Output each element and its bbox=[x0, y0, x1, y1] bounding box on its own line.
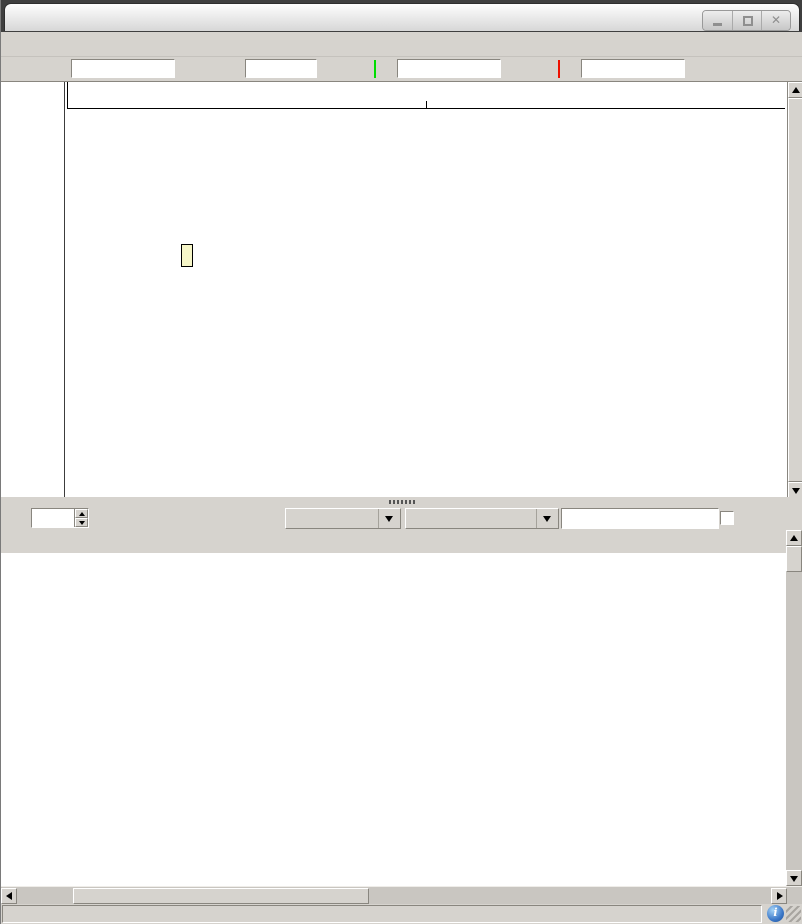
infobar bbox=[1, 57, 802, 81]
arrow-right-icon bbox=[777, 892, 783, 900]
menubar bbox=[1, 32, 802, 57]
titlebar-panel: ✕ bbox=[4, 3, 800, 31]
kernelshark-window: ✕ bbox=[0, 0, 802, 924]
resize-grip-icon[interactable] bbox=[786, 906, 801, 922]
cursor-value bbox=[245, 59, 317, 78]
timeline-plot[interactable] bbox=[65, 82, 786, 498]
combo-arrow bbox=[536, 509, 558, 528]
spin-buttons bbox=[74, 509, 88, 527]
status-message bbox=[2, 905, 762, 923]
scrollbar-up-button[interactable] bbox=[788, 82, 802, 98]
minimize-icon bbox=[713, 23, 722, 26]
scrollbar-down-button[interactable] bbox=[788, 482, 802, 498]
arrow-up-icon bbox=[790, 535, 798, 541]
scrollbar-thumb[interactable] bbox=[788, 98, 802, 482]
arrow-down-icon bbox=[790, 876, 798, 882]
graph-tooltip bbox=[181, 244, 193, 267]
page-spinbox[interactable] bbox=[31, 508, 89, 528]
marker-a-value bbox=[397, 59, 501, 78]
splitter-handle-icon bbox=[389, 500, 415, 504]
marker-b-badge bbox=[558, 60, 560, 78]
scrollbar-up-button[interactable] bbox=[786, 530, 802, 546]
plot-left-edge bbox=[67, 82, 68, 109]
statusbar: i bbox=[1, 904, 802, 924]
arrow-down-icon bbox=[792, 488, 800, 494]
graph-vertical-scrollbar[interactable] bbox=[787, 82, 802, 498]
graph-follows-checkbox[interactable] bbox=[720, 511, 734, 525]
close-icon: ✕ bbox=[771, 13, 781, 27]
arrow-down-icon bbox=[79, 521, 85, 525]
marker-b-value bbox=[581, 59, 685, 78]
match-combo[interactable] bbox=[405, 508, 559, 529]
pointer-value bbox=[71, 59, 175, 78]
table-horizontal-scrollbar[interactable] bbox=[1, 886, 802, 904]
scrollbar-down-button[interactable] bbox=[786, 870, 802, 886]
marker-a-badge bbox=[374, 60, 376, 78]
arrow-up-icon bbox=[79, 512, 85, 516]
maximize-button[interactable] bbox=[732, 11, 761, 30]
list-controls bbox=[1, 507, 802, 530]
minimize-button[interactable] bbox=[703, 11, 732, 30]
scrollbar-thumb[interactable] bbox=[73, 888, 369, 904]
arrow-up-icon bbox=[792, 87, 800, 93]
info-icon[interactable]: i bbox=[767, 905, 784, 922]
titlebar[interactable]: ✕ bbox=[1, 0, 802, 32]
spin-up-button[interactable] bbox=[75, 509, 88, 518]
pane-splitter[interactable] bbox=[1, 497, 802, 507]
chevron-down-icon bbox=[385, 516, 393, 522]
combo-arrow bbox=[378, 509, 400, 528]
maximize-icon bbox=[743, 16, 753, 26]
column-combo[interactable] bbox=[285, 508, 401, 529]
chevron-down-icon bbox=[543, 516, 551, 522]
scrollbar-right-button[interactable] bbox=[771, 888, 787, 904]
event-table bbox=[1, 553, 786, 886]
search-input[interactable] bbox=[561, 508, 719, 529]
time-axis bbox=[67, 108, 785, 109]
graph-panel bbox=[1, 81, 802, 497]
close-button[interactable]: ✕ bbox=[761, 11, 790, 30]
arrow-left-icon bbox=[6, 892, 12, 900]
window-buttons: ✕ bbox=[702, 10, 791, 31]
spin-down-button[interactable] bbox=[75, 518, 88, 527]
time-axis-center-tick bbox=[426, 101, 427, 108]
table-vertical-scrollbar[interactable] bbox=[786, 530, 802, 886]
scrollbar-thumb[interactable] bbox=[786, 546, 802, 572]
table-header bbox=[1, 530, 802, 553]
scrollbar-left-button[interactable] bbox=[1, 888, 17, 904]
